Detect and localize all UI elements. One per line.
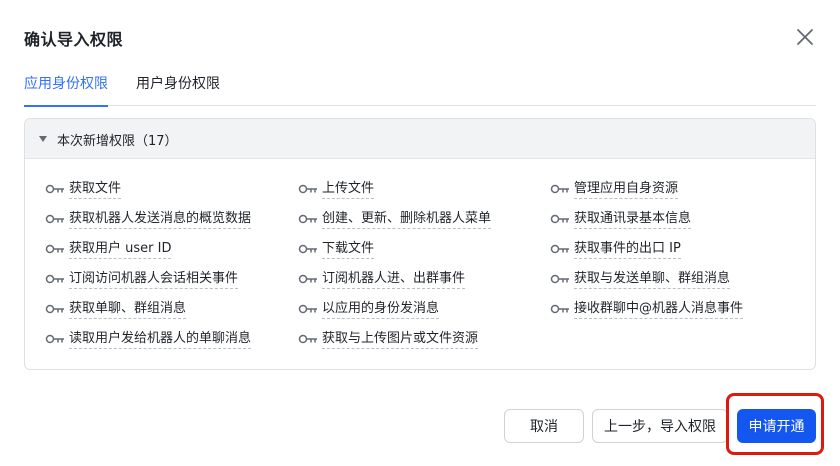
permission-item: 订阅访问机器人会话相关事件 <box>45 268 239 290</box>
key-icon <box>298 274 317 284</box>
key-icon <box>298 334 317 344</box>
key-icon <box>45 214 64 224</box>
permission-label[interactable]: 获取事件的出口 IP <box>574 240 681 259</box>
new-permissions-panel: 本次新增权限（17） 获取文件 获取机器人发送消息的概览数据 获取用户 user… <box>24 118 816 370</box>
permission-label[interactable]: 获取通讯录基本信息 <box>574 210 692 229</box>
permission-label[interactable]: 下载文件 <box>322 240 375 259</box>
key-icon <box>550 274 569 284</box>
key-icon <box>550 214 569 224</box>
key-icon <box>298 304 317 314</box>
apply-button[interactable]: 申请开通 <box>737 409 816 443</box>
permission-label[interactable]: 上传文件 <box>322 180 375 199</box>
permission-label[interactable]: 获取与上传图片或文件资源 <box>322 330 479 349</box>
permission-item: 获取事件的出口 IP <box>550 238 681 260</box>
key-icon <box>298 184 317 194</box>
key-icon <box>45 334 64 344</box>
permission-label[interactable]: 订阅访问机器人会话相关事件 <box>69 270 239 289</box>
permission-label[interactable]: 获取机器人发送消息的概览数据 <box>69 210 252 229</box>
key-icon <box>550 244 569 254</box>
cancel-button[interactable]: 取消 <box>504 409 584 443</box>
key-icon <box>45 304 64 314</box>
permission-item: 获取通讯录基本信息 <box>550 208 692 230</box>
permission-label[interactable]: 获取文件 <box>69 180 122 199</box>
permission-item: 管理应用自身资源 <box>550 178 679 200</box>
tab-app-identity-permissions[interactable]: 应用身份权限 <box>24 73 108 107</box>
permission-item: 创建、更新、删除机器人菜单 <box>298 208 492 230</box>
permission-item: 获取文件 <box>45 178 122 200</box>
permission-item: 获取机器人发送消息的概览数据 <box>45 208 252 230</box>
permission-item: 获取与上传图片或文件资源 <box>298 328 479 350</box>
permission-item: 读取用户发给机器人的单聊消息 <box>45 328 252 350</box>
close-button[interactable] <box>792 24 818 50</box>
permission-item: 订阅机器人进、出群事件 <box>298 268 466 290</box>
key-icon <box>298 244 317 254</box>
permission-item: 获取与发送单聊、群组消息 <box>550 268 731 290</box>
permission-item: 以应用的身份发消息 <box>298 298 440 320</box>
permission-label[interactable]: 获取用户 user ID <box>69 240 172 259</box>
permission-item: 上传文件 <box>298 178 375 200</box>
dialog-title: 确认导入权限 <box>24 30 124 49</box>
key-icon <box>45 184 64 194</box>
permission-label[interactable]: 管理应用自身资源 <box>574 180 679 199</box>
tab-user-identity-permissions[interactable]: 用户身份权限 <box>136 73 220 106</box>
permission-label[interactable]: 创建、更新、删除机器人菜单 <box>322 210 492 229</box>
panel-title: 本次新增权限（17） <box>57 134 178 149</box>
permission-label[interactable]: 以应用的身份发消息 <box>322 300 440 319</box>
close-icon <box>797 29 813 45</box>
previous-step-button[interactable]: 上一步，导入权限 <box>592 409 728 443</box>
permission-item: 下载文件 <box>298 238 375 260</box>
panel-header[interactable]: 本次新增权限（17） <box>25 119 815 159</box>
key-icon <box>45 274 64 284</box>
permission-label[interactable]: 获取与发送单聊、群组消息 <box>574 270 731 289</box>
permission-item: 获取用户 user ID <box>45 238 172 260</box>
permission-label[interactable]: 获取单聊、群组消息 <box>69 300 187 319</box>
permission-item: 接收群聊中@机器人消息事件 <box>550 298 744 320</box>
permission-label[interactable]: 读取用户发给机器人的单聊消息 <box>69 330 252 349</box>
key-icon <box>550 184 569 194</box>
key-icon <box>298 214 317 224</box>
permission-tabs: 应用身份权限 用户身份权限 <box>24 73 816 107</box>
import-permissions-dialog: 确认导入权限 应用身份权限 用户身份权限 本次新增权限（17） 获取文件 获取机… <box>0 0 840 466</box>
permission-label[interactable]: 接收群聊中@机器人消息事件 <box>574 300 744 319</box>
caret-down-icon <box>39 136 47 142</box>
permission-item: 获取单聊、群组消息 <box>45 298 187 320</box>
key-icon <box>45 244 64 254</box>
key-icon <box>550 304 569 314</box>
permission-label[interactable]: 订阅机器人进、出群事件 <box>322 270 466 289</box>
